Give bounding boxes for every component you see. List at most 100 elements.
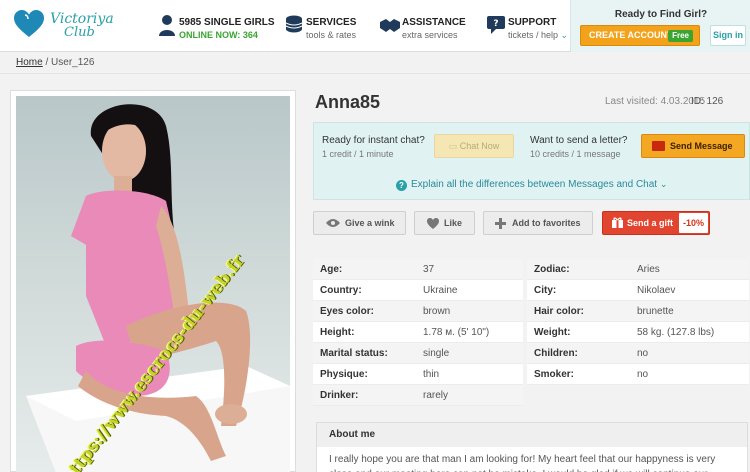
add-to-favorites-button[interactable]: Add to favorites [483,211,593,235]
like-label: Like [444,218,463,228]
detail-row-height: Height: 1.78 м. (5' 10") [313,322,523,343]
detail-label: Country: [320,285,362,296]
detail-row-marital: Marital status: single [313,343,523,364]
svg-text:?: ? [493,19,498,29]
detail-value: 58 kg. (127.8 lbs) [637,327,715,338]
detail-row-smoker: Smoker: no [527,364,749,385]
question-icon: ? [396,180,407,191]
eye-icon [326,219,340,227]
profile-photo[interactable]: https://www.escrocs-du-web.fr [16,96,290,472]
detail-row-age: Age: 37 [313,259,523,280]
woman-photo-illustration [26,104,290,472]
detail-label: Hair color: [534,306,585,317]
gift-icon [612,217,623,228]
gift-discount-badge: -10% [678,213,708,233]
chat-prompt: Ready for instant chat? [322,135,425,146]
detail-row-country: Country: Ukraine [313,280,523,301]
detail-label: Eyes color: [320,306,374,317]
detail-row-weight: Weight: 58 kg. (127.8 lbs) [527,322,749,343]
detail-label: Age: [320,264,343,275]
site-logo[interactable]: Victoriya Club [14,8,134,46]
send-gift-button[interactable]: Send a gift -10% [602,211,710,235]
nav-support[interactable]: ? SUPPORT tickets / help ⌄ [486,14,568,44]
breadcrumb-home-link[interactable]: Home [16,57,43,68]
site-header: Victoriya Club 5985 SINGLE GIRLS ONLINE … [0,0,750,52]
chat-cost: 1 credit / 1 minute [322,149,394,159]
coins-icon [285,15,303,33]
letter-prompt: Want to send a letter? [530,135,628,146]
nav-online-count: ONLINE NOW: 364 [179,30,258,40]
detail-label: Weight: [534,327,571,338]
plus-icon [495,218,506,229]
detail-row-drinker: Drinker: rarely [313,385,523,406]
chat-icon: ? [487,16,505,34]
nav-assistance[interactable]: ASSISTANCE extra services [380,14,470,44]
detail-label: Children: [534,348,578,359]
logo-wordmark: Victoriya Club [50,12,114,40]
handshake-icon [380,19,400,32]
detail-label: Marital status: [320,348,388,359]
detail-row-eyes: Eyes color: brown [313,301,523,322]
give-wink-button[interactable]: Give a wink [313,211,406,235]
detail-value: no [637,369,649,380]
free-badge: Free [668,30,693,42]
send-message-label: Send Message [670,141,733,151]
about-me-title: About me [317,423,747,447]
profile-name: Anna85 [315,92,381,112]
send-message-button[interactable]: Send Message [641,134,745,158]
logo-line-2: Club [64,25,95,40]
add-to-favorites-label: Add to favorites [512,218,581,228]
explain-differences-link[interactable]: ? Explain all the differences between Mes… [396,179,667,191]
detail-row-zodiac: Zodiac: Aries [527,259,749,280]
breadcrumb-current: User_126 [51,57,95,68]
detail-value: brown [423,306,451,317]
detail-label: City: [534,285,557,296]
detail-value: brunette [637,306,674,317]
cta-title: Ready to Find Girl? [614,9,708,20]
detail-value: rarely [423,390,449,401]
nav-support-sub-text: tickets / help [508,30,559,40]
detail-row-children: Children: no [527,343,749,364]
about-me-text: I really hope you are that man I am look… [329,454,716,472]
detail-label: Zodiac: [534,264,570,275]
nav-single-girls-title: 5985 SINGLE GIRLS [179,17,275,28]
breadcrumb-separator: / [45,57,49,68]
detail-label: Height: [320,327,355,338]
create-account-button[interactable]: CREATE ACCOUNT Free [580,25,700,46]
envelope-icon [652,141,665,151]
women-icon [159,15,175,36]
detail-value: 37 [423,264,435,275]
nav-support-title: SUPPORT [508,17,557,28]
about-me-section: About me I really hope you are that man … [316,422,748,472]
heart-icon [427,218,439,229]
user-id: ID: 126 [691,96,724,107]
chat-now-button[interactable]: ▭ Chat Now [434,134,514,158]
detail-label: Smoker: [534,369,575,380]
nav-single-girls[interactable]: 5985 SINGLE GIRLS ONLINE NOW: 364 [157,14,277,44]
detail-row-city: City: Nikolaev [527,280,749,301]
detail-value: Ukraine [423,285,458,296]
sign-in-button[interactable]: Sign in [710,25,746,46]
nav-services-sub: tools & rates [306,30,357,40]
contact-options-panel: Ready for instant chat? 1 credit / 1 min… [313,122,750,200]
detail-value: single [423,348,450,359]
nav-services-title: SERVICES [306,17,357,28]
nav-assistance-sub: extra services [402,30,458,40]
letter-cost: 10 credits / 1 message [530,149,621,159]
chat-now-label: Chat Now [459,141,500,151]
nav-assistance-title: ASSISTANCE [402,17,466,28]
nav-services[interactable]: SERVICES tools & rates [284,14,364,44]
explain-link-text: Explain all the differences between Mess… [411,179,658,190]
chat-bubble-icon: ▭ [448,141,458,151]
chevron-down-icon: ⌄ [560,30,569,40]
breadcrumb: Home / User_126 [0,53,750,74]
send-gift-label: Send a gift [627,218,674,228]
like-button[interactable]: Like [414,211,475,235]
detail-value: thin [423,369,440,380]
detail-row-hair: Hair color: brunette [527,301,749,322]
profile-photo-frame: https://www.escrocs-du-web.fr [10,90,296,472]
detail-label: Drinker: [320,390,359,401]
detail-label: Physique: [320,369,368,380]
nav-support-sub: tickets / help ⌄ [508,30,568,41]
create-account-label: CREATE ACCOUNT [589,30,673,40]
